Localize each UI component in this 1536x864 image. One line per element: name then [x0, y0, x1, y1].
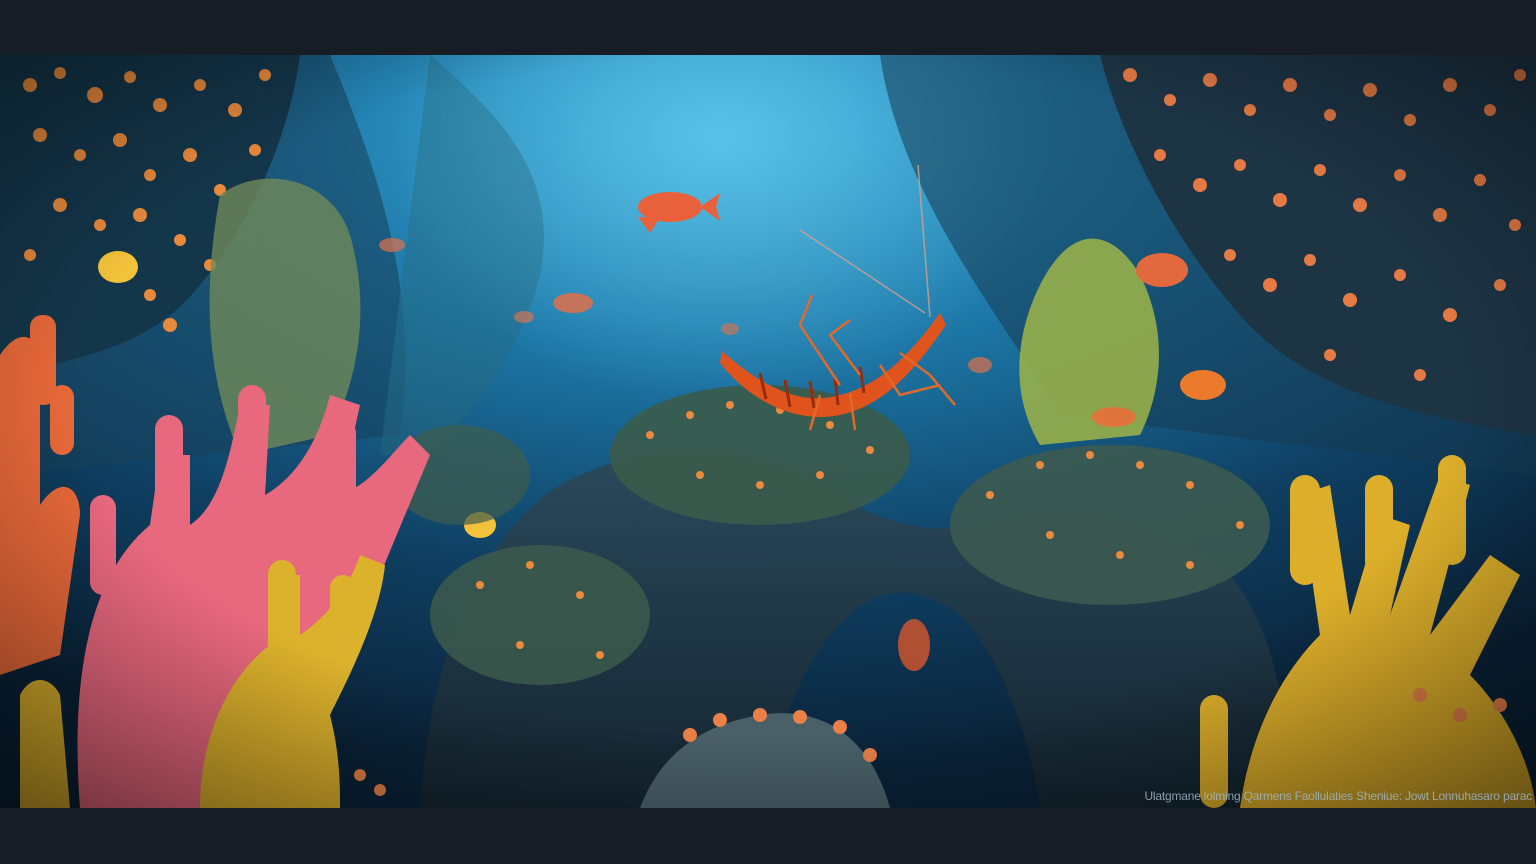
- image-caption: Ulatgmane lolming Qarmens Faollulaties S…: [1144, 789, 1532, 803]
- vignette: [0, 55, 1536, 808]
- letterbox-frame: Ulatgmane lolming Qarmens Faollulaties S…: [0, 0, 1536, 864]
- underwater-scene: [0, 55, 1536, 808]
- reef-illustration: [0, 55, 1536, 808]
